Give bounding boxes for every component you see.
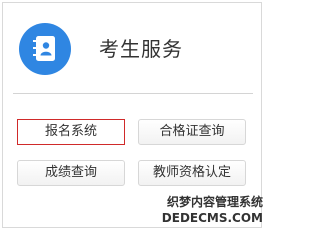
page-title: 考生服务 (99, 37, 183, 61)
teacher-qualification-button[interactable]: 教师资格认定 (138, 160, 246, 186)
address-book-icon (19, 23, 71, 75)
divider (13, 93, 253, 94)
certificate-query-button[interactable]: 合格证查询 (138, 119, 246, 145)
score-query-button[interactable]: 成绩查询 (17, 160, 125, 186)
watermark-url: DEDECMS.COM (161, 211, 263, 225)
watermark-text: 织梦内容管理系统 (166, 195, 263, 209)
registration-system-button[interactable]: 报名系统 (17, 119, 125, 145)
